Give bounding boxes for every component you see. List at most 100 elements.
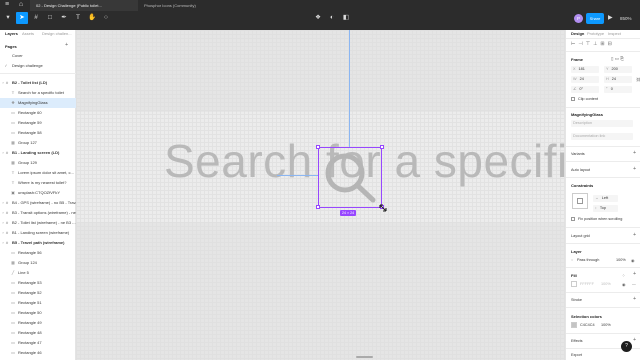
- component-icon[interactable]: ❖: [312, 12, 324, 24]
- width-field[interactable]: W 24: [571, 76, 599, 83]
- remove-fill-icon[interactable]: —: [632, 282, 636, 286]
- tab-design[interactable]: Design: [571, 31, 584, 36]
- selection-color-hex[interactable]: C4C4C4: [580, 323, 595, 327]
- add-fill-icon[interactable]: +: [633, 271, 636, 277]
- layer-row[interactable]: ▭ Rectangle 46: [0, 348, 76, 358]
- y-field[interactable]: Y 200: [604, 66, 632, 73]
- present-icon[interactable]: ▶: [608, 14, 613, 23]
- constrain-proportions-icon[interactable]: ⛓: [636, 77, 640, 82]
- layer-row[interactable]: ▦ Group 124: [0, 258, 76, 268]
- mask-icon[interactable]: ◐: [326, 12, 338, 24]
- documentation-link-input[interactable]: Documentation link: [571, 133, 633, 140]
- selection-colors-header: Selection colors: [571, 314, 602, 319]
- boolean-icon[interactable]: ◧: [340, 12, 352, 24]
- text-tool-icon[interactable]: T: [72, 12, 84, 24]
- page-item-design-challenge[interactable]: ✓ Design challenge: [0, 61, 76, 71]
- resize-handle-bl[interactable]: [316, 205, 320, 209]
- resize-handle-tr[interactable]: [380, 145, 384, 149]
- layer-row[interactable]: › # B1 - Landing screen (LD): [0, 148, 76, 158]
- add-page-icon[interactable]: +: [65, 42, 68, 48]
- layer-opacity[interactable]: 100%: [616, 258, 626, 262]
- visibility-eye-icon[interactable]: ◉: [631, 258, 634, 263]
- horizontal-constraint-select[interactable]: ↔ Left: [593, 195, 618, 202]
- add-layout-grid-icon[interactable]: +: [633, 232, 636, 238]
- height-field[interactable]: H 24: [604, 76, 632, 83]
- alignment-icons[interactable]: ⊢⊣⊤⊥⊞⊟: [571, 41, 639, 47]
- device-orientation-icons[interactable]: ▯ ▭ ⎘: [611, 56, 624, 62]
- layer-row[interactable]: ╱ Line 5: [0, 268, 76, 278]
- hand-tool-icon[interactable]: ✋: [86, 12, 98, 24]
- layer-type-icon: ▭: [11, 280, 15, 285]
- vertical-constraint-select[interactable]: ↕ Top: [593, 205, 618, 212]
- page-selector[interactable]: Design challen...: [42, 31, 72, 36]
- layer-row[interactable]: ▭ Rectangle 47: [0, 338, 76, 348]
- add-variant-icon[interactable]: +: [633, 150, 636, 156]
- help-button[interactable]: ?: [621, 341, 632, 352]
- page-item-cover[interactable]: Cover: [0, 51, 76, 61]
- menu-icon[interactable]: ≡: [2, 0, 12, 10]
- frame-tool-icon[interactable]: #: [30, 12, 42, 24]
- layer-row[interactable]: ▭ Rectangle 60: [0, 108, 76, 118]
- layer-row[interactable]: ▭ Rectangle 49: [0, 318, 76, 328]
- selection-color-swatch[interactable]: [571, 322, 577, 328]
- layer-row[interactable]: T Where is my nearest toilet?: [0, 178, 76, 188]
- tab-inspect[interactable]: Inspect: [608, 31, 621, 36]
- layer-row[interactable]: ▦ Group 127: [0, 138, 76, 148]
- layer-row[interactable]: ▭ Rectangle 52: [0, 288, 76, 298]
- layer-row[interactable]: ▭ Rectangle 51: [0, 298, 76, 308]
- share-button[interactable]: Share: [586, 13, 604, 24]
- zoom-level[interactable]: 850%: [620, 14, 632, 23]
- fill-visibility-icon[interactable]: ◉: [622, 282, 625, 287]
- horizontal-scrollbar[interactable]: [356, 356, 373, 358]
- layer-row[interactable]: ▭ Rectangle 53: [0, 278, 76, 288]
- fill-styles-icon[interactable]: ⁘: [622, 273, 625, 278]
- layer-row[interactable]: ▣ unsplash:CTQOZfVFkY: [0, 188, 76, 198]
- comment-tool-icon[interactable]: ○: [100, 12, 112, 24]
- add-auto-layout-icon[interactable]: +: [633, 166, 636, 172]
- tab-layers[interactable]: Layers: [5, 31, 18, 36]
- layer-row[interactable]: › # B2 - Toilet list (LD): [0, 78, 76, 88]
- layer-row[interactable]: › # B5 - Travel path (wireframe): [0, 238, 76, 248]
- canvas[interactable]: Search for a specific 24 × 24: [76, 30, 565, 360]
- layer-row[interactable]: ▭ Rectangle 50: [0, 308, 76, 318]
- fill-swatch[interactable]: [571, 281, 577, 287]
- layer-row[interactable]: › # B2 - Toilet list (wireframe) - ne B3 -…: [0, 218, 76, 228]
- constraints-widget[interactable]: [572, 193, 588, 209]
- layer-row[interactable]: › # B1 - Landing screen (wireframe): [0, 228, 76, 238]
- selection-color-opacity[interactable]: 100%: [601, 323, 611, 327]
- tab-assets[interactable]: Assets: [22, 31, 34, 36]
- avatar[interactable]: P: [574, 14, 583, 23]
- layer-row[interactable]: ▦ Group 129: [0, 158, 76, 168]
- layer-row[interactable]: › # B4 - GPS (wireframe) - no B5 - Trav...: [0, 198, 76, 208]
- tab-design-challenge[interactable]: 02 - Design Challenge (Public toilet...: [30, 0, 138, 11]
- rotation-field[interactable]: ∠ 0°: [571, 86, 599, 93]
- tab-phosphor-icons[interactable]: Phosphor Icons (Community): [138, 0, 218, 11]
- fix-position-checkbox[interactable]: [571, 217, 575, 221]
- divider: [566, 51, 640, 52]
- shape-tool-icon[interactable]: □: [44, 12, 56, 24]
- pen-tool-icon[interactable]: ✒: [58, 12, 70, 24]
- layer-row[interactable]: T Search for a specific toilet: [0, 88, 76, 98]
- resize-handle-tl[interactable]: [316, 145, 320, 149]
- fill-hex[interactable]: FFFFFF: [580, 282, 594, 286]
- layer-row[interactable]: ▭ Rectangle 56: [0, 248, 76, 258]
- layer-row[interactable]: ▭ Rectangle 48: [0, 328, 76, 338]
- layer-row[interactable]: ▭ Rectangle 58: [0, 128, 76, 138]
- description-input[interactable]: Description: [571, 120, 633, 127]
- add-stroke-icon[interactable]: +: [633, 296, 636, 302]
- clip-content-checkbox[interactable]: [571, 97, 575, 101]
- tab-prototype[interactable]: Prototype: [587, 31, 604, 36]
- layer-row[interactable]: ▭ Rectangle 59: [0, 118, 76, 128]
- home-icon[interactable]: ⌂: [16, 0, 26, 10]
- blend-mode-select[interactable]: Pass through: [577, 258, 599, 262]
- y-label: Y: [606, 67, 609, 71]
- layer-row[interactable]: T Lorem ipsum dolor sit amet, c...: [0, 168, 76, 178]
- move-tool-icon[interactable]: ➤: [16, 12, 28, 24]
- layer-row[interactable]: › # B3 - Transit options (wireframe) - ne.…: [0, 208, 76, 218]
- corner-radius-field[interactable]: ⌜ 0: [604, 86, 632, 93]
- fill-opacity[interactable]: 100%: [601, 282, 611, 286]
- main-menu-icon[interactable]: ▾: [2, 12, 14, 24]
- layer-row[interactable]: ❖ MagnifyingGlass: [0, 98, 76, 108]
- x-field[interactable]: X 181: [571, 66, 599, 73]
- add-effect-icon[interactable]: +: [633, 337, 636, 343]
